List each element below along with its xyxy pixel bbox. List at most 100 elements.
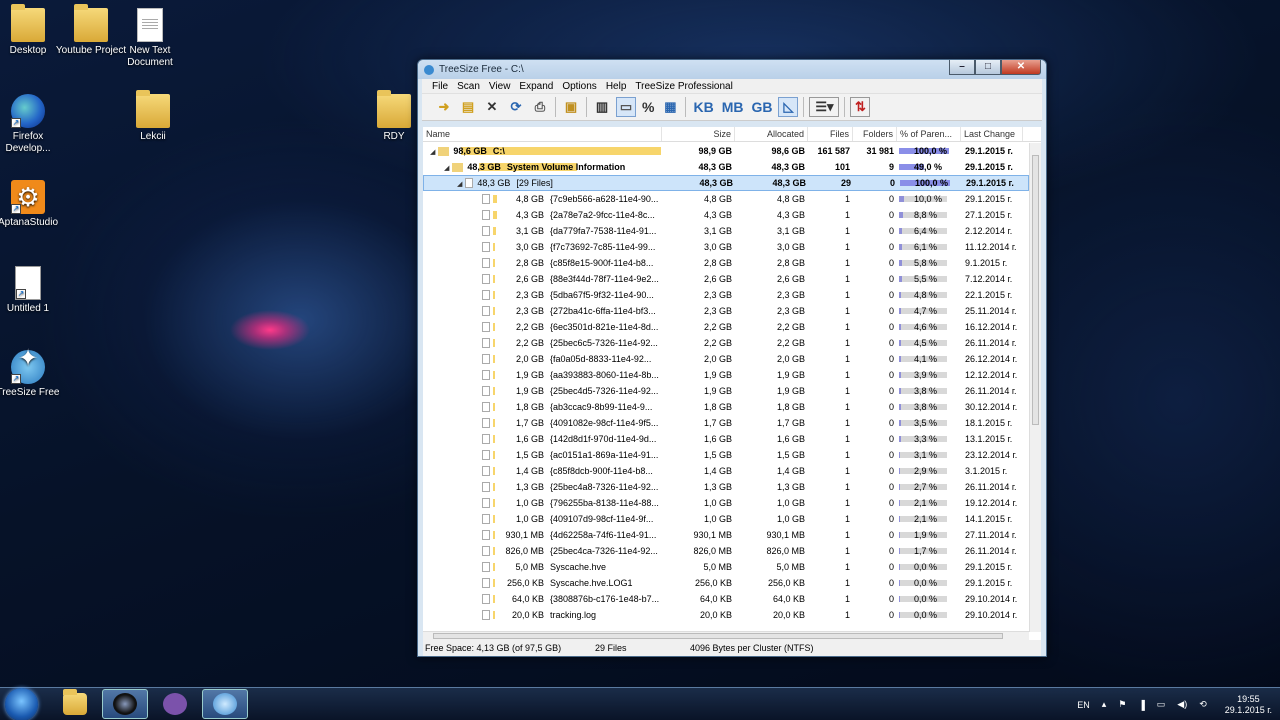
gb-button[interactable]: GB bbox=[749, 97, 774, 117]
cell-files: 1 bbox=[844, 450, 850, 460]
col-allocated[interactable]: Allocated bbox=[735, 127, 808, 141]
cell-allocated: 2,3 GB bbox=[776, 306, 805, 316]
tree-row[interactable]: 1,9 GB {25bec4d5-7326-11e4-92... 1,9 GB 1,9… bbox=[423, 383, 1029, 399]
desktop-icon[interactable]: ↗ Firefox Develop... bbox=[0, 94, 66, 155]
sync-icon[interactable]: ⟲ bbox=[1199, 699, 1207, 710]
desktop-icon[interactable]: ↗ Untitled 1 bbox=[0, 266, 66, 315]
vscroll-thumb[interactable] bbox=[1032, 155, 1039, 425]
language-indicator[interactable]: EN bbox=[1077, 700, 1090, 710]
cell-files: 1 bbox=[844, 290, 850, 300]
sort-icon[interactable]: ⇅ bbox=[850, 97, 871, 117]
kb-button[interactable]: KB bbox=[691, 97, 715, 117]
desktop-icon[interactable]: ↗ AptanaStudio bbox=[0, 180, 66, 229]
tree-row[interactable]: ◢ 98,6 GB C:\ 98,9 GB 98,6 GB 161 587 31 981 10… bbox=[423, 143, 1029, 159]
taskbar-viber[interactable] bbox=[152, 689, 198, 719]
tree-row[interactable]: 3,0 GB {f7c73692-7c85-11e4-99... 3,0 GB 3,0… bbox=[423, 239, 1029, 255]
network-icon[interactable]: ▐ bbox=[1138, 700, 1144, 710]
taskbar-camera[interactable] bbox=[102, 689, 148, 719]
menu-item[interactable]: Options bbox=[562, 81, 596, 92]
menu-item[interactable]: File bbox=[432, 81, 448, 92]
action-center-icon[interactable]: ⚑ bbox=[1118, 699, 1126, 710]
tree-row[interactable]: 2,2 GB {6ec3501d-821e-11e4-8d... 2,2 GB 2,2… bbox=[423, 319, 1029, 335]
expand-arrow-icon[interactable]: ◢ bbox=[444, 165, 449, 172]
expand-arrow-icon[interactable]: ◢ bbox=[457, 181, 462, 188]
tree-row[interactable]: 1,0 GB {796255ba-8138-11e4-88... 1,0 GB 1,0… bbox=[423, 495, 1029, 511]
tree-row[interactable]: 256,0 KB Syscache.hve.LOG1 256,0 KB 256,0 K… bbox=[423, 575, 1029, 591]
tree-row[interactable]: 930,1 MB {4d62258a-74f6-11e4-91... 930,1 M… bbox=[423, 527, 1029, 543]
menu-item[interactable]: TreeSize Professional bbox=[635, 81, 732, 92]
tree-row[interactable]: 2,8 GB {c85f8e15-900f-11e4-b8... 2,8 GB 2,8… bbox=[423, 255, 1029, 271]
tree-row[interactable]: 2,3 GB {272ba41c-6ffa-11e4-bf3... 2,3 GB 2,… bbox=[423, 303, 1029, 319]
auto-size-icon[interactable]: ◺ bbox=[778, 97, 799, 117]
tree-row[interactable]: 64,0 KB {3808876b-c176-1e48-b7... 64,0 KB 6… bbox=[423, 591, 1029, 607]
delete-icon[interactable]: ✕ bbox=[482, 97, 502, 117]
tree-row[interactable]: 2,2 GB {25bec6c5-7326-11e4-92... 2,2 GB 2,2… bbox=[423, 335, 1029, 351]
col-pct-parent[interactable]: % of Paren... bbox=[897, 127, 961, 141]
menu-item[interactable]: Help bbox=[606, 81, 627, 92]
export-icon[interactable]: ▣ bbox=[561, 97, 581, 117]
volume-icon[interactable]: ◀) bbox=[1177, 699, 1187, 710]
scan-folder-icon[interactable]: ➜ bbox=[434, 97, 454, 117]
tree-row[interactable]: ◢ 48,3 GB System Volume Information 48,3 GB… bbox=[423, 159, 1029, 175]
tree-row[interactable]: 1,7 GB {4091082e-98cf-11e4-9f5... 1,7 GB 1,… bbox=[423, 415, 1029, 431]
print-icon[interactable]: ⎙ bbox=[530, 97, 550, 117]
tree-row[interactable]: 1,0 GB {409107d9-98cf-11e4-9f... 1,0 GB 1,0… bbox=[423, 511, 1029, 527]
drive-icon[interactable]: ▭ bbox=[616, 97, 636, 117]
tree-row[interactable]: 1,6 GB {142d8d1f-970d-11e4-9d... 1,6 GB 1,6… bbox=[423, 431, 1029, 447]
desktop-icon[interactable]: New Text Document bbox=[112, 8, 188, 69]
tree-row[interactable]: 5,0 MB Syscache.hve 5,0 MB 5,0 MB 1 0 0,0 % 29.… bbox=[423, 559, 1029, 575]
expand-arrow-icon[interactable]: ◢ bbox=[430, 149, 435, 156]
start-button[interactable] bbox=[5, 687, 38, 720]
tray-chevron-icon[interactable]: ▴ bbox=[1102, 699, 1107, 710]
grid-view-icon[interactable]: ▦ bbox=[660, 97, 680, 117]
pct-text: 5,8 % bbox=[914, 258, 938, 268]
tree-row[interactable]: 3,1 GB {da779fa7-7538-11e4-91... 3,1 GB 3,1… bbox=[423, 223, 1029, 239]
item-name: {6ec3501d-821e-11e4-8d... bbox=[550, 321, 659, 332]
maximize-button[interactable]: □ bbox=[975, 60, 1001, 75]
col-last-change[interactable]: Last Change bbox=[961, 127, 1023, 141]
cell-size: 3,0 GB bbox=[703, 242, 732, 252]
file-icon bbox=[482, 226, 490, 237]
tree-row[interactable]: 1,3 GB {25bec4a8-7326-11e4-92... 1,3 GB 1,3… bbox=[423, 479, 1029, 495]
file-icon bbox=[482, 258, 490, 269]
tree-row[interactable]: 2,3 GB {5dba67f5-9f32-11e4-90... 2,3 GB 2,3… bbox=[423, 287, 1029, 303]
menu-item[interactable]: Expand bbox=[519, 81, 553, 92]
col-files[interactable]: Files bbox=[808, 127, 853, 141]
mb-button[interactable]: MB bbox=[720, 97, 746, 117]
tree-row[interactable]: 1,4 GB {c85f8dcb-900f-11e4-b8... 1,4 GB 1,4… bbox=[423, 463, 1029, 479]
tree-row[interactable]: 2,6 GB {88e3f44d-78f7-11e4-9e2... 2,6 GB 2,… bbox=[423, 271, 1029, 287]
desktop-icon[interactable]: ↗ TreeSize Free bbox=[0, 350, 66, 399]
tree-row[interactable]: 20,0 KB tracking.log 20,0 KB 20,0 KB 1 0 0,0 %… bbox=[423, 607, 1029, 623]
hscroll-thumb[interactable] bbox=[433, 633, 1003, 639]
col-size[interactable]: Size bbox=[662, 127, 735, 141]
taskbar-treesize[interactable] bbox=[202, 689, 248, 719]
percent-button[interactable]: % bbox=[640, 97, 656, 117]
vertical-scrollbar[interactable] bbox=[1029, 143, 1041, 632]
tree-row[interactable]: 4,8 GB {7c9eb566-a628-11e4-90... 4,8 GB 4,8… bbox=[423, 191, 1029, 207]
tree-row[interactable]: 1,8 GB {ab3ccac9-8b99-11e4-9... 1,8 GB 1,8 … bbox=[423, 399, 1029, 415]
taskbar-explorer[interactable] bbox=[52, 689, 98, 719]
item-name: tracking.log bbox=[550, 609, 597, 620]
details-view-icon[interactable]: ☰▾ bbox=[809, 97, 840, 117]
menu-item[interactable]: Scan bbox=[457, 81, 480, 92]
bar-view-icon[interactable]: ▥ bbox=[592, 97, 612, 117]
title-bar[interactable]: TreeSize Free - C:\ – □ ✕ bbox=[418, 60, 1046, 79]
horizontal-scrollbar[interactable] bbox=[423, 631, 1029, 640]
tree-row[interactable]: 4,3 GB {2a78e7a2-9fcc-11e4-8c... 4,3 GB 4,3… bbox=[423, 207, 1029, 223]
tree-row[interactable]: 826,0 MB {25bec4ca-7326-11e4-92... 826,0 M… bbox=[423, 543, 1029, 559]
refresh-icon[interactable]: ⟳ bbox=[506, 97, 526, 117]
desktop-icon[interactable]: Lekcii bbox=[115, 90, 191, 143]
cell-folders: 0 bbox=[888, 562, 894, 572]
minimize-button[interactable]: – bbox=[949, 60, 975, 75]
refresh-folder-icon[interactable]: ▤ bbox=[458, 97, 478, 117]
battery-icon[interactable]: ▭ bbox=[1157, 699, 1166, 710]
tree-row[interactable]: 1,9 GB {aa393883-8060-11e4-8b... 1,9 GB 1,9… bbox=[423, 367, 1029, 383]
tree-row[interactable]: 1,5 GB {ac0151a1-869a-11e4-91... 1,5 GB 1,5… bbox=[423, 447, 1029, 463]
clock[interactable]: 19:55 29.1.2015 г. bbox=[1225, 694, 1272, 716]
tree-row[interactable]: ◢ 48,3 GB [29 Files] 48,3 GB 48,3 GB 29 0 100,0… bbox=[423, 175, 1029, 191]
close-button[interactable]: ✕ bbox=[1001, 60, 1041, 75]
menu-item[interactable]: View bbox=[489, 81, 511, 92]
col-folders[interactable]: Folders bbox=[853, 127, 897, 141]
col-name[interactable]: Name bbox=[423, 127, 662, 141]
tree-row[interactable]: 2,0 GB {fa0a05d-8833-11e4-92... 2,0 GB 2,0 … bbox=[423, 351, 1029, 367]
